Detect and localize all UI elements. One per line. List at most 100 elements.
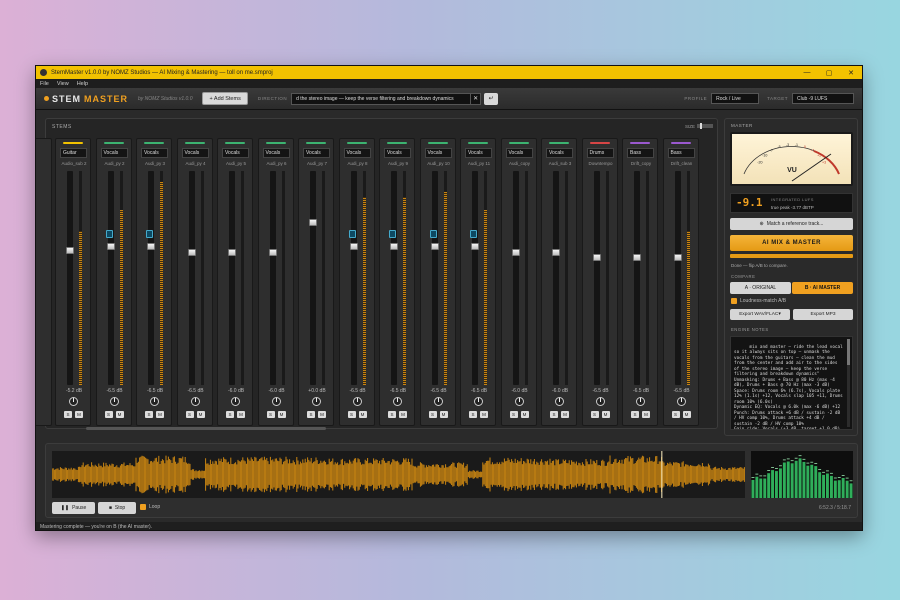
size-slider[interactable] (697, 123, 713, 129)
solo-button[interactable]: S (307, 411, 315, 418)
channel-type-select[interactable]: Vocals (303, 148, 330, 158)
channel-type-select[interactable]: Vocals (222, 148, 249, 158)
fader-handle[interactable] (309, 219, 317, 226)
pan-knob[interactable] (231, 397, 240, 406)
channel-type-select[interactable]: Vocals (384, 148, 411, 158)
fader-handle[interactable] (511, 249, 520, 256)
channel-type-select[interactable]: Bass (627, 148, 654, 158)
fader-handle[interactable] (187, 249, 196, 256)
fader-track[interactable] (67, 171, 73, 385)
pan-knob[interactable] (352, 397, 362, 406)
menu-view[interactable]: View (57, 81, 69, 87)
solo-button[interactable]: S (469, 411, 477, 418)
fader-handle[interactable] (268, 249, 277, 256)
mute-button[interactable]: M (399, 411, 407, 418)
match-reference-button[interactable]: ⊕ Match a reference track... (730, 218, 853, 230)
solo-button[interactable]: S (266, 411, 275, 418)
pan-knob[interactable] (190, 397, 200, 406)
solo-button[interactable]: S (388, 411, 396, 418)
mute-button[interactable]: M (561, 411, 569, 418)
loudness-match-toggle[interactable]: Loudness-match A/B (731, 298, 786, 304)
automation-marker-icon[interactable] (146, 230, 153, 238)
mute-button[interactable]: M (277, 411, 286, 418)
automation-marker-icon[interactable] (470, 230, 477, 238)
solo-button[interactable]: S (226, 411, 234, 418)
fader-track[interactable] (107, 171, 114, 385)
pan-knob[interactable] (636, 397, 645, 406)
minimize-button[interactable]: — (796, 66, 818, 79)
solo-button[interactable]: S (64, 411, 72, 418)
fader-handle[interactable] (471, 243, 479, 250)
solo-button[interactable]: S (631, 411, 639, 418)
maximize-button[interactable]: ▢ (818, 66, 840, 79)
solo-button[interactable]: S (428, 411, 437, 418)
mute-button[interactable]: M (156, 411, 164, 418)
export-wav-button[interactable]: Export WAV/FLAC ▾ (730, 309, 790, 320)
channel-type-select[interactable]: Vocals (141, 148, 168, 158)
solo-button[interactable]: S (185, 411, 194, 418)
profile-select[interactable]: Rock / Live (711, 93, 760, 104)
checkbox-icon[interactable] (140, 504, 146, 510)
fader-handle[interactable] (147, 243, 155, 250)
channel-type-select[interactable]: Vocals (181, 148, 209, 158)
compare-b-button[interactable]: B · AI MASTER (792, 282, 853, 294)
fader-track[interactable] (229, 171, 235, 385)
direction-input[interactable]: d the stereo image — keep the verse filt… (291, 92, 472, 105)
fader-handle[interactable] (66, 247, 74, 254)
clear-icon[interactable]: ✕ (471, 92, 482, 105)
channel-type-select[interactable]: Bass (667, 148, 695, 158)
pan-knob[interactable] (312, 397, 321, 406)
solo-button[interactable]: S (671, 411, 680, 418)
channel-type-select[interactable]: Guitar (60, 148, 87, 158)
automation-marker-icon[interactable] (105, 230, 113, 238)
pan-knob[interactable] (595, 397, 605, 406)
solo-button[interactable]: S (509, 411, 518, 418)
channel-type-select[interactable]: Vocals (505, 148, 533, 158)
mute-button[interactable]: M (601, 411, 610, 418)
pan-knob[interactable] (676, 397, 686, 406)
fader-handle[interactable] (552, 249, 560, 256)
pan-knob[interactable] (69, 397, 78, 406)
checkbox-icon[interactable] (731, 298, 737, 304)
waveform-display[interactable] (51, 451, 745, 498)
solo-button[interactable]: S (104, 411, 113, 418)
fader-track[interactable] (148, 171, 154, 385)
menu-help[interactable]: Help (77, 81, 88, 87)
close-button[interactable]: ✕ (840, 66, 862, 79)
horizontal-scrollbar[interactable] (86, 427, 326, 430)
solo-button[interactable]: S (145, 411, 153, 418)
automation-marker-icon[interactable] (429, 230, 437, 238)
pan-knob[interactable] (474, 397, 483, 406)
mute-button[interactable]: M (318, 411, 326, 418)
fader-track[interactable] (553, 171, 559, 385)
compare-a-button[interactable]: A · ORIGINAL (730, 282, 791, 294)
fader-track[interactable] (674, 171, 681, 385)
pan-knob[interactable] (271, 397, 281, 406)
channel-type-select[interactable]: Drums (586, 148, 614, 158)
mute-button[interactable]: M (75, 411, 83, 418)
fader-track[interactable] (472, 171, 478, 385)
add-stems-button[interactable]: + Add Stems (202, 92, 248, 105)
target-select[interactable]: Club -9 LUFS (792, 93, 854, 104)
pan-knob[interactable] (109, 397, 119, 406)
fader-handle[interactable] (349, 243, 358, 250)
fader-handle[interactable] (390, 243, 398, 250)
mute-button[interactable]: M (520, 411, 529, 418)
pan-knob[interactable] (514, 397, 524, 406)
fader-track[interactable] (310, 171, 316, 385)
solo-button[interactable]: S (347, 411, 356, 418)
fader-track[interactable] (188, 171, 195, 385)
fader-handle[interactable] (106, 243, 115, 250)
fader-track[interactable] (431, 171, 438, 385)
pan-knob[interactable] (433, 397, 443, 406)
mute-button[interactable]: M (682, 411, 691, 418)
fader-handle[interactable] (592, 254, 601, 261)
channel-type-select[interactable]: Vocals (262, 148, 290, 158)
automation-marker-icon[interactable] (389, 230, 396, 238)
fader-handle[interactable] (228, 249, 236, 256)
channel-type-select[interactable]: Vocals (546, 148, 573, 158)
fader-track[interactable] (593, 171, 600, 385)
channel-type-select[interactable]: Vocals (100, 148, 128, 158)
mute-button[interactable]: M (237, 411, 245, 418)
pause-button[interactable]: ❚❚ Pause (52, 502, 95, 514)
